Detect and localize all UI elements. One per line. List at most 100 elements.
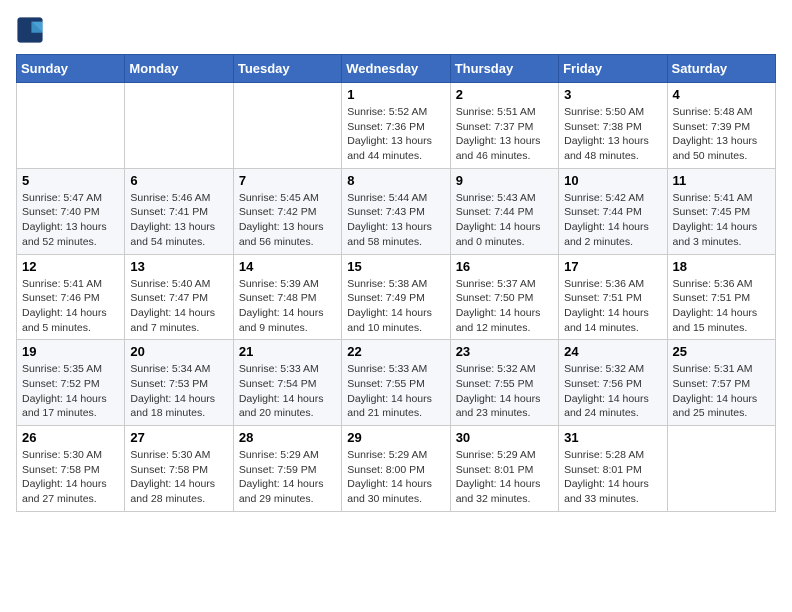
calendar-week-row: 19Sunrise: 5:35 AM Sunset: 7:52 PM Dayli… [17,340,776,426]
calendar-week-row: 12 Sunrise: 5:41 AM Sunset: 7:46 PM Dayli… [17,254,776,340]
calendar-week-row: 1 Sunrise: 5:52 AM Sunset: 7:36 PM Daylig… [17,83,776,169]
day-number: 28 [239,430,336,445]
weekday-header-thursday: Thursday [450,55,558,83]
day-number: 11 [673,173,770,188]
day-number: 9 [456,173,553,188]
day-number: 27 [130,430,227,445]
day-number: 10 [564,173,661,188]
calendar-cell: 17 Sunrise: 5:36 AM Sunset: 7:51 PM Dayli… [559,254,667,340]
calendar-cell: 16 Sunrise: 5:37 AM Sunset: 7:50 PM Dayli… [450,254,558,340]
day-info: Sunrise: 5:41 AM Sunset: 7:45 PM Dayligh… [673,191,770,250]
day-info: Sunrise: 5:46 AM Sunset: 7:41 PM Dayligh… [130,191,227,250]
calendar-table: SundayMondayTuesdayWednesdayThursdayFrid… [16,54,776,512]
calendar-cell: 9 Sunrise: 5:43 AM Sunset: 7:44 PM Daylig… [450,168,558,254]
day-info: Sunrise: 5:43 AM Sunset: 7:44 PM Dayligh… [456,191,553,250]
day-number: 6 [130,173,227,188]
day-number: 8 [347,173,444,188]
calendar-cell: 8 Sunrise: 5:44 AM Sunset: 7:43 PM Daylig… [342,168,450,254]
calendar-cell: 29 Sunrise: 5:29 AM Sunset: 8:00 PM Dayli… [342,426,450,512]
day-info: Sunrise: 5:36 AM Sunset: 7:51 PM Dayligh… [564,277,661,336]
logo [16,16,48,44]
day-number: 14 [239,259,336,274]
day-info: Sunrise: 5:30 AM Sunset: 7:58 PM Dayligh… [130,448,227,507]
calendar-cell: 25 Sunrise: 5:31 AM Sunset: 7:57 PM Dayli… [667,340,775,426]
calendar-cell [233,83,341,169]
page-header [16,16,776,44]
day-info: Sunrise: 5:44 AM Sunset: 7:43 PM Dayligh… [347,191,444,250]
day-info: Sunrise: 5:29 AM Sunset: 8:01 PM Dayligh… [456,448,553,507]
calendar-cell: 7 Sunrise: 5:45 AM Sunset: 7:42 PM Daylig… [233,168,341,254]
calendar-cell: 14 Sunrise: 5:39 AM Sunset: 7:48 PM Dayli… [233,254,341,340]
calendar-cell: 6 Sunrise: 5:46 AM Sunset: 7:41 PM Daylig… [125,168,233,254]
day-number: 13 [130,259,227,274]
day-number: 1 [347,87,444,102]
day-number: 16 [456,259,553,274]
calendar-cell: 22Sunrise: 5:33 AM Sunset: 7:55 PM Dayli… [342,340,450,426]
day-number: 17 [564,259,661,274]
day-info: Sunrise: 5:30 AM Sunset: 7:58 PM Dayligh… [22,448,119,507]
calendar-cell: 3Sunrise: 5:50 AM Sunset: 7:38 PM Daylig… [559,83,667,169]
day-number: 23 [456,344,553,359]
day-number: 21 [239,344,336,359]
day-info: Sunrise: 5:32 AM Sunset: 7:55 PM Dayligh… [456,362,553,421]
weekday-header-row: SundayMondayTuesdayWednesdayThursdayFrid… [17,55,776,83]
calendar-week-row: 26Sunrise: 5:30 AM Sunset: 7:58 PM Dayli… [17,426,776,512]
calendar-cell: 26Sunrise: 5:30 AM Sunset: 7:58 PM Dayli… [17,426,125,512]
weekday-header-monday: Monday [125,55,233,83]
day-info: Sunrise: 5:52 AM Sunset: 7:36 PM Dayligh… [347,105,444,164]
calendar-cell [17,83,125,169]
calendar-cell: 10 Sunrise: 5:42 AM Sunset: 7:44 PM Dayli… [559,168,667,254]
day-info: Sunrise: 5:39 AM Sunset: 7:48 PM Dayligh… [239,277,336,336]
day-info: Sunrise: 5:45 AM Sunset: 7:42 PM Dayligh… [239,191,336,250]
day-number: 29 [347,430,444,445]
day-info: Sunrise: 5:35 AM Sunset: 7:52 PM Dayligh… [22,362,119,421]
day-info: Sunrise: 5:36 AM Sunset: 7:51 PM Dayligh… [673,277,770,336]
calendar-cell: 5 Sunrise: 5:47 AM Sunset: 7:40 PM Daylig… [17,168,125,254]
calendar-cell: 13 Sunrise: 5:40 AM Sunset: 7:47 PM Dayli… [125,254,233,340]
day-number: 15 [347,259,444,274]
day-number: 24 [564,344,661,359]
day-info: Sunrise: 5:48 AM Sunset: 7:39 PM Dayligh… [673,105,770,164]
day-info: Sunrise: 5:31 AM Sunset: 7:57 PM Dayligh… [673,362,770,421]
day-number: 7 [239,173,336,188]
day-info: Sunrise: 5:40 AM Sunset: 7:47 PM Dayligh… [130,277,227,336]
day-info: Sunrise: 5:47 AM Sunset: 7:40 PM Dayligh… [22,191,119,250]
day-number: 18 [673,259,770,274]
calendar-cell: 21 Sunrise: 5:33 AM Sunset: 7:54 PM Dayli… [233,340,341,426]
day-number: 12 [22,259,119,274]
calendar-cell: 18 Sunrise: 5:36 AM Sunset: 7:51 PM Dayli… [667,254,775,340]
calendar-cell: 30 Sunrise: 5:29 AM Sunset: 8:01 PM Dayli… [450,426,558,512]
calendar-cell: 4 Sunrise: 5:48 AM Sunset: 7:39 PM Daylig… [667,83,775,169]
day-info: Sunrise: 5:28 AM Sunset: 8:01 PM Dayligh… [564,448,661,507]
calendar-cell: 27 Sunrise: 5:30 AM Sunset: 7:58 PM Dayli… [125,426,233,512]
day-info: Sunrise: 5:29 AM Sunset: 7:59 PM Dayligh… [239,448,336,507]
day-number: 30 [456,430,553,445]
day-number: 5 [22,173,119,188]
weekday-header-wednesday: Wednesday [342,55,450,83]
calendar-cell: 28 Sunrise: 5:29 AM Sunset: 7:59 PM Dayli… [233,426,341,512]
day-info: Sunrise: 5:34 AM Sunset: 7:53 PM Dayligh… [130,362,227,421]
day-number: 3 [564,87,661,102]
day-number: 31 [564,430,661,445]
weekday-header-sunday: Sunday [17,55,125,83]
day-info: Sunrise: 5:37 AM Sunset: 7:50 PM Dayligh… [456,277,553,336]
calendar-cell [125,83,233,169]
day-info: Sunrise: 5:41 AM Sunset: 7:46 PM Dayligh… [22,277,119,336]
calendar-cell: 31 Sunrise: 5:28 AM Sunset: 8:01 PM Dayli… [559,426,667,512]
calendar-cell: 11 Sunrise: 5:41 AM Sunset: 7:45 PM Dayli… [667,168,775,254]
day-info: Sunrise: 5:42 AM Sunset: 7:44 PM Dayligh… [564,191,661,250]
calendar-cell: 24Sunrise: 5:32 AM Sunset: 7:56 PM Dayli… [559,340,667,426]
day-number: 4 [673,87,770,102]
calendar-cell: 19Sunrise: 5:35 AM Sunset: 7:52 PM Dayli… [17,340,125,426]
day-info: Sunrise: 5:29 AM Sunset: 8:00 PM Dayligh… [347,448,444,507]
calendar-cell: 23 Sunrise: 5:32 AM Sunset: 7:55 PM Dayli… [450,340,558,426]
weekday-header-friday: Friday [559,55,667,83]
calendar-cell [667,426,775,512]
logo-icon [16,16,44,44]
weekday-header-tuesday: Tuesday [233,55,341,83]
day-info: Sunrise: 5:51 AM Sunset: 7:37 PM Dayligh… [456,105,553,164]
day-number: 25 [673,344,770,359]
weekday-header-saturday: Saturday [667,55,775,83]
day-info: Sunrise: 5:33 AM Sunset: 7:54 PM Dayligh… [239,362,336,421]
calendar-cell: 12 Sunrise: 5:41 AM Sunset: 7:46 PM Dayli… [17,254,125,340]
